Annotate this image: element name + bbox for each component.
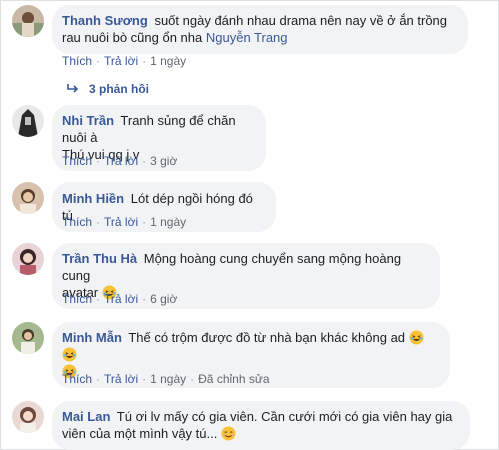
reply-button[interactable]: Trả lời <box>104 53 138 69</box>
comment-text: viên của một mình vậy tú... <box>62 426 218 441</box>
like-button[interactable]: Thích <box>62 53 92 69</box>
replies-count[interactable]: 3 phản hồi <box>89 82 149 96</box>
edited-label[interactable]: Đã chỉnh sửa <box>198 371 269 387</box>
reply-arrow-icon <box>67 84 79 93</box>
timestamp[interactable]: 1 ngày <box>150 371 186 387</box>
laughing-emoji-icon <box>409 330 424 345</box>
reply-button[interactable]: Trả lời <box>104 371 138 387</box>
comment-author[interactable]: Thanh Sương <box>62 13 148 28</box>
avatar[interactable] <box>12 105 44 137</box>
reply-button[interactable]: Trả lời <box>104 291 138 307</box>
comment-author[interactable]: Nhi Trần <box>62 113 114 128</box>
reply-button[interactable]: Trả lời <box>104 153 138 169</box>
reply-button[interactable]: Trả lời <box>104 214 138 230</box>
avatar[interactable] <box>12 401 44 433</box>
comment-actions: Thích · Trả lời · 1 ngày <box>62 214 187 230</box>
comment-author[interactable]: Minh Mẫn <box>62 330 122 345</box>
smiling-emoji-icon <box>221 426 236 441</box>
timestamp[interactable]: 1 ngày <box>150 214 186 230</box>
comment-text: rau nuôi bò cũng ổn nha <box>62 30 203 45</box>
comment-actions: Thích · Trả lời · 3 giờ <box>62 153 178 169</box>
comment-actions: Thích · Trả lời · 1 ngày · Đã chỉnh sửa <box>62 371 270 387</box>
timestamp[interactable]: 6 giờ <box>150 291 177 307</box>
avatar[interactable] <box>12 5 44 37</box>
avatar[interactable] <box>12 182 44 214</box>
timestamp[interactable]: 3 giờ <box>150 153 177 169</box>
comment-author[interactable]: Trần Thu Hà <box>62 251 137 266</box>
comment-text: suốt ngày đánh nhau drama nên nay về ở ắ… <box>154 13 448 28</box>
comment-bubble: Mai Lan Tú ơi lv mấy có gia viên. Cần cư… <box>52 401 470 450</box>
mention-link[interactable]: Nguyễn Trang <box>206 30 288 45</box>
laughing-emoji-icon <box>62 347 77 362</box>
like-button[interactable]: Thích <box>62 371 92 387</box>
avatar[interactable] <box>12 243 44 275</box>
comment-text: Tú ơi lv mấy có gia viên. Cần cưới mới c… <box>116 409 453 424</box>
comment-actions: Thích · Trả lời · 1 ngày <box>62 53 187 69</box>
like-button[interactable]: Thích <box>62 291 92 307</box>
avatar[interactable] <box>12 322 44 354</box>
comment-bubble: Thanh Sương suốt ngày đánh nhau drama nê… <box>52 5 468 54</box>
like-button[interactable]: Thích <box>62 214 92 230</box>
view-replies-link[interactable]: 3 phản hồi <box>66 81 149 97</box>
comment-actions: Thích · Trả lời · 6 giờ <box>62 291 178 307</box>
comment-author[interactable]: Mai Lan <box>62 409 110 424</box>
like-button[interactable]: Thích <box>62 153 92 169</box>
comment-text: Thế có trộm được đồ từ nhà bạn khác khôn… <box>128 330 406 345</box>
timestamp[interactable]: 1 ngày <box>150 53 186 69</box>
comment-author[interactable]: Minh Hiền <box>62 191 124 206</box>
